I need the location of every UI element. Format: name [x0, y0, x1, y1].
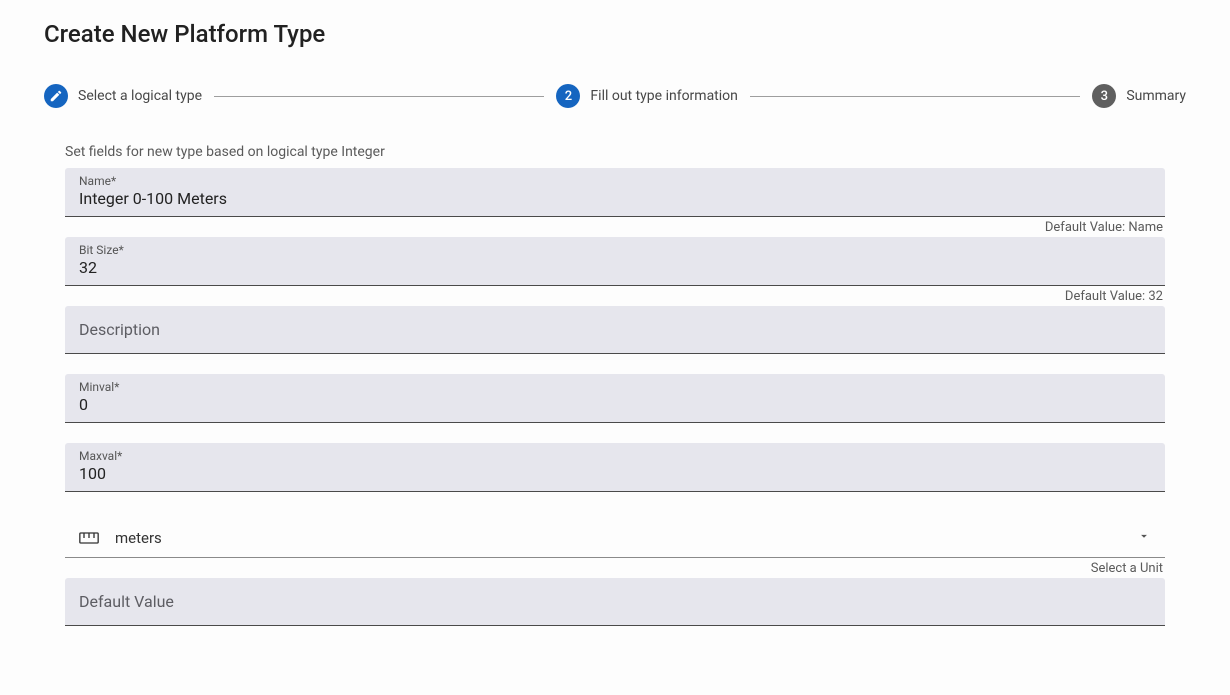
minval-field[interactable]: Minval* — [65, 374, 1165, 423]
step-connector — [750, 96, 1080, 97]
unit-select[interactable]: meters — [65, 518, 1165, 558]
unit-value: meters — [115, 529, 1121, 547]
form-area: Set fields for new type based on logical… — [44, 144, 1186, 626]
name-input[interactable] — [79, 188, 1151, 210]
name-helper: Default Value: Name — [65, 217, 1165, 237]
step-summary[interactable]: 3 Summary — [1092, 84, 1186, 108]
maxval-label: Maxval* — [79, 449, 1151, 463]
bitsize-helper: Default Value: 32 — [65, 286, 1165, 306]
step-number-icon: 3 — [1092, 84, 1116, 108]
page-title: Create New Platform Type — [44, 20, 1186, 48]
instruction-text: Set fields for new type based on logical… — [65, 144, 1165, 160]
step-label: Summary — [1126, 88, 1186, 104]
default-value-field[interactable]: Default Value — [65, 578, 1165, 626]
chevron-down-icon — [1137, 528, 1151, 547]
name-field[interactable]: Name* — [65, 168, 1165, 217]
ruler-icon — [79, 531, 99, 545]
step-connector — [214, 96, 544, 97]
description-field[interactable]: Description — [65, 306, 1165, 354]
unit-helper: Select a Unit — [65, 558, 1165, 578]
bitsize-label: Bit Size* — [79, 243, 1151, 257]
minval-input[interactable] — [79, 394, 1151, 416]
bitsize-input[interactable] — [79, 257, 1151, 279]
step-label: Fill out type information — [590, 88, 737, 104]
step-select-logical-type[interactable]: Select a logical type — [44, 84, 202, 108]
name-label: Name* — [79, 174, 1151, 188]
maxval-field[interactable]: Maxval* — [65, 443, 1165, 492]
default-value-placeholder: Default Value — [79, 592, 174, 611]
step-number-icon: 2 — [556, 84, 580, 108]
minval-label: Minval* — [79, 380, 1151, 394]
step-label: Select a logical type — [78, 88, 202, 104]
maxval-input[interactable] — [79, 463, 1151, 485]
wizard-stepper: Select a logical type 2 Fill out type in… — [44, 84, 1186, 108]
step-fill-info[interactable]: 2 Fill out type information — [556, 84, 737, 108]
bitsize-field[interactable]: Bit Size* — [65, 237, 1165, 286]
pencil-icon — [44, 84, 68, 108]
description-placeholder: Description — [79, 320, 160, 339]
